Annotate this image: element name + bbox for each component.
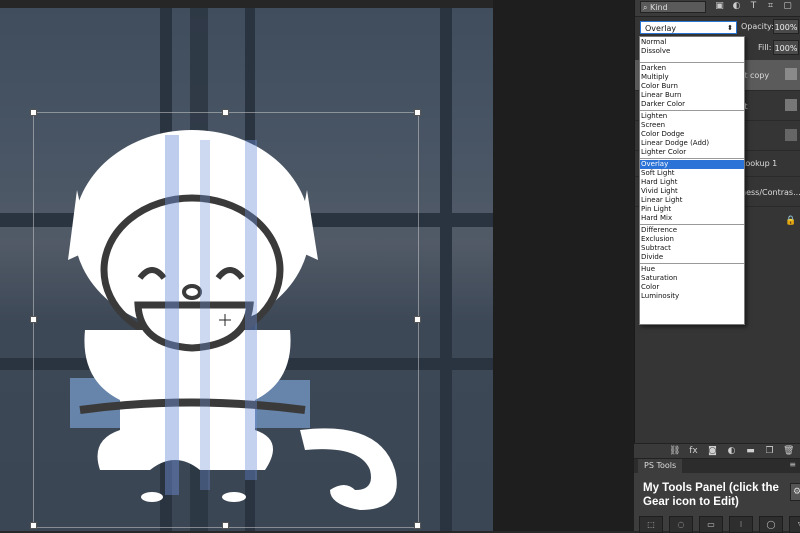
layer-name: Lookup 1 [741,159,778,168]
document-canvas[interactable] [0,0,634,531]
transform-handle[interactable] [414,109,421,116]
layer-style-icon[interactable]: fx [688,446,699,456]
layer-mask-icon[interactable]: ◙ [707,446,718,456]
adjustment-filter-icon[interactable]: ◐ [730,0,743,13]
tab-ps-tools[interactable]: PS Tools [638,459,683,473]
blend-option[interactable]: Darker Color [640,100,744,109]
layer-name: ness/Contras... [741,188,800,197]
transform-handle[interactable] [414,522,421,529]
blend-option[interactable]: Hard Mix [640,214,744,223]
blend-option[interactable]: Color Burn [640,82,744,91]
blend-group-darken: Darken Multiply Color Burn Linear Burn D… [640,63,744,111]
blend-option[interactable]: Saturation [640,274,744,283]
link-layers-icon[interactable]: ⛓ [669,446,680,456]
opacity-label: Opacity: [741,22,774,31]
type-filter-icon[interactable]: T [747,0,760,13]
blend-option[interactable]: Linear Burn [640,91,744,100]
lock-icon: 🔒 [785,216,797,226]
blend-mode-dropdown[interactable]: Normal Dissolve Darken Multiply Color Bu… [639,36,745,325]
transform-handle[interactable] [414,316,421,323]
blend-option[interactable]: Vivid Light [640,187,744,196]
pstools-tab-bar: PS Tools ≡ [634,459,800,473]
blend-option[interactable]: Darken [640,64,744,73]
transform-handle[interactable] [222,109,229,116]
dropdown-arrow-icon: ⬍ [727,24,733,32]
blend-mode-value: Overlay [645,24,677,33]
ps-tools-panel: My Tools Panel (click the Gear icon to E… [634,473,800,533]
blend-option[interactable]: Normal [640,38,744,47]
blend-option[interactable]: Hard Light [640,178,744,187]
smart-object-thumb-icon [785,68,797,80]
blend-option[interactable]: Divide [640,253,744,262]
blend-option[interactable]: Dissolve [640,47,744,56]
pstools-title: My Tools Panel (click the Gear icon to E… [643,482,779,508]
transform-handle[interactable] [222,522,229,529]
new-layer-icon[interactable]: ❐ [764,446,775,456]
opacity-input[interactable]: 100% [773,19,799,34]
gear-icon[interactable]: ⚙ [790,483,800,501]
ellipse-tool-icon[interactable]: ◯ [759,516,783,533]
blend-group-contrast: Overlay Soft Light Hard Light Vivid Ligh… [640,159,744,225]
blend-option[interactable]: Soft Light [640,169,744,178]
blend-option[interactable]: Subtract [640,244,744,253]
blend-option[interactable]: Screen [640,121,744,130]
blend-option-selected[interactable]: Overlay [640,160,744,169]
shape-tool-icon[interactable]: ▽ [789,516,800,533]
blend-option[interactable]: Lighten [640,112,744,121]
fill-input[interactable]: 100% [773,40,799,55]
panel-menu-icon[interactable]: ≡ [789,460,796,469]
smart-object-filter-icon[interactable]: ▢ [781,0,794,13]
layer-thumb-icon [785,99,797,111]
blend-group-inversion: Difference Exclusion Subtract Divide [640,225,744,264]
image-filter-icon[interactable]: ▣ [713,0,726,13]
layer-thumb-icon [785,129,797,141]
blend-option[interactable]: Difference [640,226,744,235]
blend-option[interactable]: Multiply [640,73,744,82]
dotted-rect-tool-icon[interactable]: ▭ [699,516,723,533]
blend-group-lighten: Lighten Screen Color Dodge Linear Dodge … [640,111,744,159]
blend-option[interactable]: Hue [640,265,744,274]
transform-handle[interactable] [30,316,37,323]
kind-filter-label: Kind [650,3,668,12]
layers-bottom-toolbar: ⛓ fx ◙ ◐ ▬ ❐ 🗑 [634,443,800,459]
blend-option[interactable]: Exclusion [640,235,744,244]
blend-option[interactable]: Pin Light [640,205,744,214]
blend-option[interactable]: Luminosity [640,292,744,301]
blend-option[interactable]: Color Dodge [640,130,744,139]
blend-option[interactable]: Linear Dodge (Add) [640,139,744,148]
transform-handle[interactable] [30,109,37,116]
new-group-icon[interactable]: ▬ [745,446,756,456]
blend-group-component: Hue Saturation Color Luminosity [640,264,744,302]
blend-option[interactable]: Linear Light [640,196,744,205]
fill-label: Fill: [758,43,772,52]
blend-group-normal: Normal Dissolve [640,37,744,63]
marquee-tool-icon[interactable]: ⬚ [639,516,663,533]
adjustment-layer-icon[interactable]: ◐ [726,446,737,456]
blend-option[interactable]: Lighter Color [640,148,744,157]
shape-filter-icon[interactable]: ⌗ [764,0,777,13]
search-icon: ⌕ [643,3,648,12]
blend-mode-select[interactable]: Overlay ⬍ [640,21,737,34]
trash-icon[interactable]: 🗑 [783,446,794,456]
blend-option[interactable]: Color [640,283,744,292]
kind-filter-select[interactable]: ⌕ Kind [640,1,706,13]
move-tool-icon[interactable]: ⁝ [729,516,753,533]
layers-filter-bar: ⌕ Kind ▣ ◐ T ⌗ ▢ [635,0,800,17]
lasso-tool-icon[interactable]: ◌ [669,516,693,533]
transform-handle[interactable] [30,522,37,529]
transform-bounding-box[interactable] [33,112,419,528]
